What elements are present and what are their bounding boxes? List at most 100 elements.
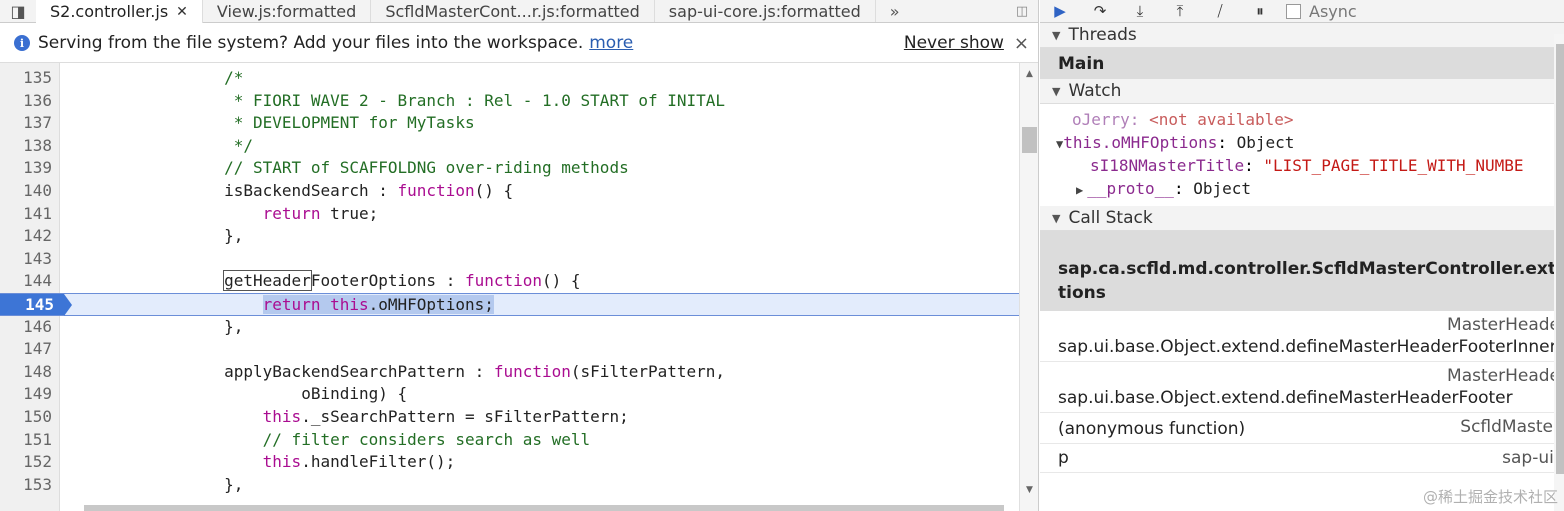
line-number[interactable]: 140 (0, 180, 52, 203)
code-line[interactable]: 143 (0, 248, 1020, 271)
tab-overflow-button[interactable]: » (876, 0, 914, 22)
watch-separator: : (1173, 179, 1194, 198)
code-line[interactable]: 146 }, (0, 316, 1020, 339)
code-text: }, (70, 474, 244, 494)
line-number[interactable]: 143 (0, 248, 52, 271)
frame-name: (anonymous function) (1058, 419, 1246, 439)
code-line[interactable]: 142 }, (0, 225, 1020, 248)
step-into-icon[interactable]: ⤓ (1120, 2, 1160, 20)
line-number[interactable]: 141 (0, 203, 52, 226)
more-link[interactable]: more (589, 33, 633, 53)
watch-separator: : (1244, 156, 1264, 175)
info-icon: i (14, 35, 30, 51)
debugger-sidebar: ▶ ↷ ⤓ ⤒ ⧸ ⏸ Async ▼ Threads Main ▼ Watch… (1040, 0, 1564, 511)
code-text: this.handleFilter(); (262, 452, 456, 472)
code-line[interactable]: 150 this._sSearchPattern = sFilterPatter… (0, 406, 1020, 429)
async-checkbox[interactable]: Async (1286, 2, 1357, 21)
breakpoint-marker[interactable]: 145 (0, 293, 72, 316)
code-text: return this.oMHFOptions; (262, 294, 494, 314)
code-line[interactable]: 152 this.handleFilter(); (0, 451, 1020, 474)
code-text: */ (70, 135, 254, 155)
line-number[interactable]: 151 (0, 429, 52, 452)
code-line[interactable]: 141 return true; (0, 203, 1020, 226)
code-line-paused[interactable]: 145 return this.oMHFOptions; (0, 292, 1020, 316)
code-line[interactable]: 147 (0, 338, 1020, 361)
editor-vertical-scrollbar[interactable]: ▲ ▼ (1019, 63, 1038, 511)
toggle-debugger-icon[interactable]: ◫ (1005, 0, 1038, 22)
watch-item[interactable]: oJerry: <not available> (1040, 108, 1564, 131)
callstack-frame-selected[interactable]: sap.ca.scfld.md.controller.ScfldMasterCo… (1040, 231, 1564, 311)
line-number[interactable]: 142 (0, 225, 52, 248)
watch-item[interactable]: ▼this.oMHFOptions: Object (1040, 131, 1564, 154)
sidebar-scrollbar[interactable] (1554, 34, 1564, 511)
callstack-section-header[interactable]: ▼ Call Stack (1040, 206, 1564, 231)
code-line[interactable]: 139 // START of SCAFFOLDNG over-riding m… (0, 157, 1020, 180)
step-over-icon[interactable]: ↷ (1080, 2, 1120, 20)
frame-name: sap.ca.scfld.md.controller.ScfldMasterCo… (1058, 259, 1564, 279)
line-number[interactable]: 139 (0, 157, 52, 180)
watch-title: Watch (1068, 81, 1122, 101)
scrollbar-thumb[interactable] (1022, 127, 1037, 153)
line-number[interactable]: 146 (0, 316, 52, 339)
callstack-frame[interactable]: sap-ui- p (1040, 444, 1564, 473)
checkbox-box[interactable] (1286, 3, 1301, 19)
watch-separator: : (1217, 133, 1237, 152)
scroll-up-icon[interactable]: ▲ (1020, 69, 1038, 79)
line-number[interactable]: 153 (0, 474, 52, 497)
navigator-toggle-icon[interactable]: ◨ (0, 0, 36, 22)
step-out-icon[interactable]: ⤒ (1160, 2, 1200, 20)
threads-section-header[interactable]: ▼ Threads (1040, 23, 1564, 48)
watch-section-header[interactable]: ▼ Watch (1040, 79, 1564, 104)
tab-view-js[interactable]: View.js:formatted (203, 0, 372, 22)
deactivate-breakpoints-icon[interactable]: ⧸ (1200, 2, 1240, 20)
code-lines[interactable]: 135 /* 136 * FIORI WAVE 2 - Branch : Rel … (0, 63, 1020, 496)
line-number[interactable]: 144 (0, 270, 52, 293)
editor-horizontal-scrollbar[interactable] (84, 505, 1004, 511)
line-number[interactable]: 152 (0, 451, 52, 474)
expand-triangle-icon[interactable]: ▶ (1076, 183, 1083, 197)
resume-icon[interactable]: ▶ (1040, 2, 1080, 20)
callstack-frame[interactable]: MasterHeade sap.ui.base.Object.extend.de… (1040, 311, 1564, 362)
code-line[interactable]: 153 }, (0, 474, 1020, 497)
line-number[interactable]: 135 (0, 67, 52, 90)
close-tab-icon[interactable]: ✕ (176, 4, 188, 20)
code-text: }, (70, 316, 244, 336)
tab-scfld-master-controller[interactable]: ScfldMasterCont...r.js:formatted (371, 0, 655, 22)
code-editor[interactable]: 135 /* 136 * FIORI WAVE 2 - Branch : Rel … (0, 63, 1038, 511)
code-line[interactable]: 144 getHeaderFooterOptions : function() … (0, 270, 1020, 293)
tab-sap-ui-core[interactable]: sap-ui-core.js:formatted (655, 0, 876, 22)
code-line[interactable]: 138 */ (0, 135, 1020, 158)
frame-location: ScfldMaster (1460, 417, 1560, 437)
watch-property[interactable]: ▶ __proto__: Object (1040, 177, 1564, 200)
code-line[interactable]: 148 applyBackendSearchPattern : function… (0, 361, 1020, 384)
code-line[interactable]: 136 * FIORI WAVE 2 - Branch : Rel - 1.0 … (0, 90, 1020, 113)
async-label: Async (1309, 1, 1357, 21)
expand-triangle-icon: ▼ (1052, 28, 1061, 42)
code-line[interactable]: 137 * DEVELOPMENT for MyTasks (0, 112, 1020, 135)
code-line[interactable]: 149 oBinding) { (0, 383, 1020, 406)
line-number[interactable]: 149 (0, 383, 52, 406)
watch-value: <not available> (1149, 110, 1294, 129)
code-text: * FIORI WAVE 2 - Branch : Rel - 1.0 STAR… (70, 90, 726, 110)
code-text: getHeaderFooterOptions : function() { (223, 270, 581, 292)
thread-main[interactable]: Main (1040, 48, 1564, 79)
close-infobar-icon[interactable]: × (1014, 33, 1029, 54)
callstack-frame[interactable]: MasterHeade sap.ui.base.Object.extend.de… (1040, 362, 1564, 413)
line-number[interactable]: 148 (0, 361, 52, 384)
code-line[interactable]: 135 /* (0, 67, 1020, 90)
line-number[interactable]: 150 (0, 406, 52, 429)
callstack-frame[interactable]: (anonymous function) ScfldMaster (1040, 413, 1564, 444)
line-number[interactable]: 147 (0, 338, 52, 361)
code-line[interactable]: 151 // filter considers search as well (0, 429, 1020, 452)
line-number[interactable]: 138 (0, 135, 52, 158)
never-show-link[interactable]: Never show (904, 33, 1004, 53)
code-text: // filter considers search as well (70, 429, 591, 449)
line-number[interactable]: 136 (0, 90, 52, 113)
line-number[interactable]: 137 (0, 112, 52, 135)
scroll-down-icon[interactable]: ▼ (1020, 485, 1038, 495)
watch-property[interactable]: sI18NMasterTitle: "LIST_PAGE_TITLE_WITH_… (1040, 154, 1564, 177)
scrollbar-thumb[interactable] (1556, 44, 1564, 474)
pause-on-exceptions-icon[interactable]: ⏸ (1240, 2, 1280, 20)
code-line[interactable]: 140 isBackendSearch : function() { (0, 180, 1020, 203)
tab-s2-controller[interactable]: S2.controller.js ✕ (36, 0, 203, 23)
